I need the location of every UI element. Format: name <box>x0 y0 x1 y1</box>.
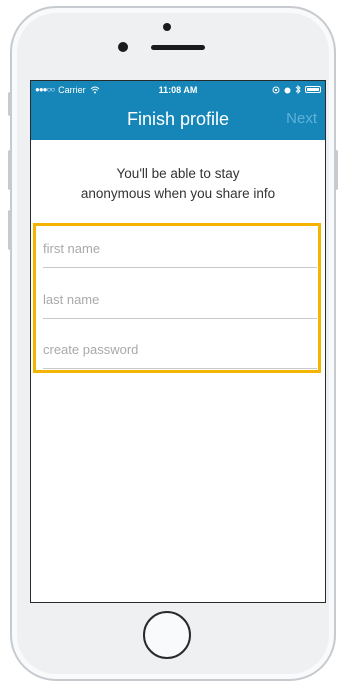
profile-form <box>33 223 321 373</box>
volume-up-button <box>8 150 12 190</box>
proximity-sensor <box>163 23 171 31</box>
info-message: You'll be able to stay anonymous when yo… <box>31 164 325 204</box>
next-button[interactable]: Next <box>286 98 317 140</box>
phone-screen: ●●●○○ Carrier 11:08 AM Finish profile Ne… <box>30 80 326 603</box>
earpiece-speaker <box>151 45 205 50</box>
signal-strength-icon: ●●●○○ <box>35 85 55 94</box>
last-name-input[interactable] <box>43 281 317 319</box>
first-name-input[interactable] <box>43 230 317 268</box>
alarm-icon <box>284 87 291 93</box>
power-button <box>334 150 338 190</box>
status-bar: ●●●○○ Carrier 11:08 AM <box>31 81 325 98</box>
info-message-line-2: anonymous when you share info <box>80 186 276 201</box>
front-camera <box>118 42 128 52</box>
mute-switch <box>8 92 12 116</box>
bluetooth-icon <box>295 85 301 94</box>
battery-icon <box>305 86 321 93</box>
nav-bar: Finish profile Next <box>31 98 325 140</box>
volume-down-button <box>8 210 12 250</box>
create-password-input[interactable] <box>43 331 317 369</box>
orientation-lock-icon <box>272 86 280 93</box>
carrier-name: Carrier <box>58 84 86 95</box>
page-title: Finish profile <box>126 109 230 129</box>
home-button[interactable] <box>143 611 191 659</box>
wifi-icon <box>90 86 100 93</box>
info-message-line-1: You'll be able to stay <box>116 166 240 181</box>
